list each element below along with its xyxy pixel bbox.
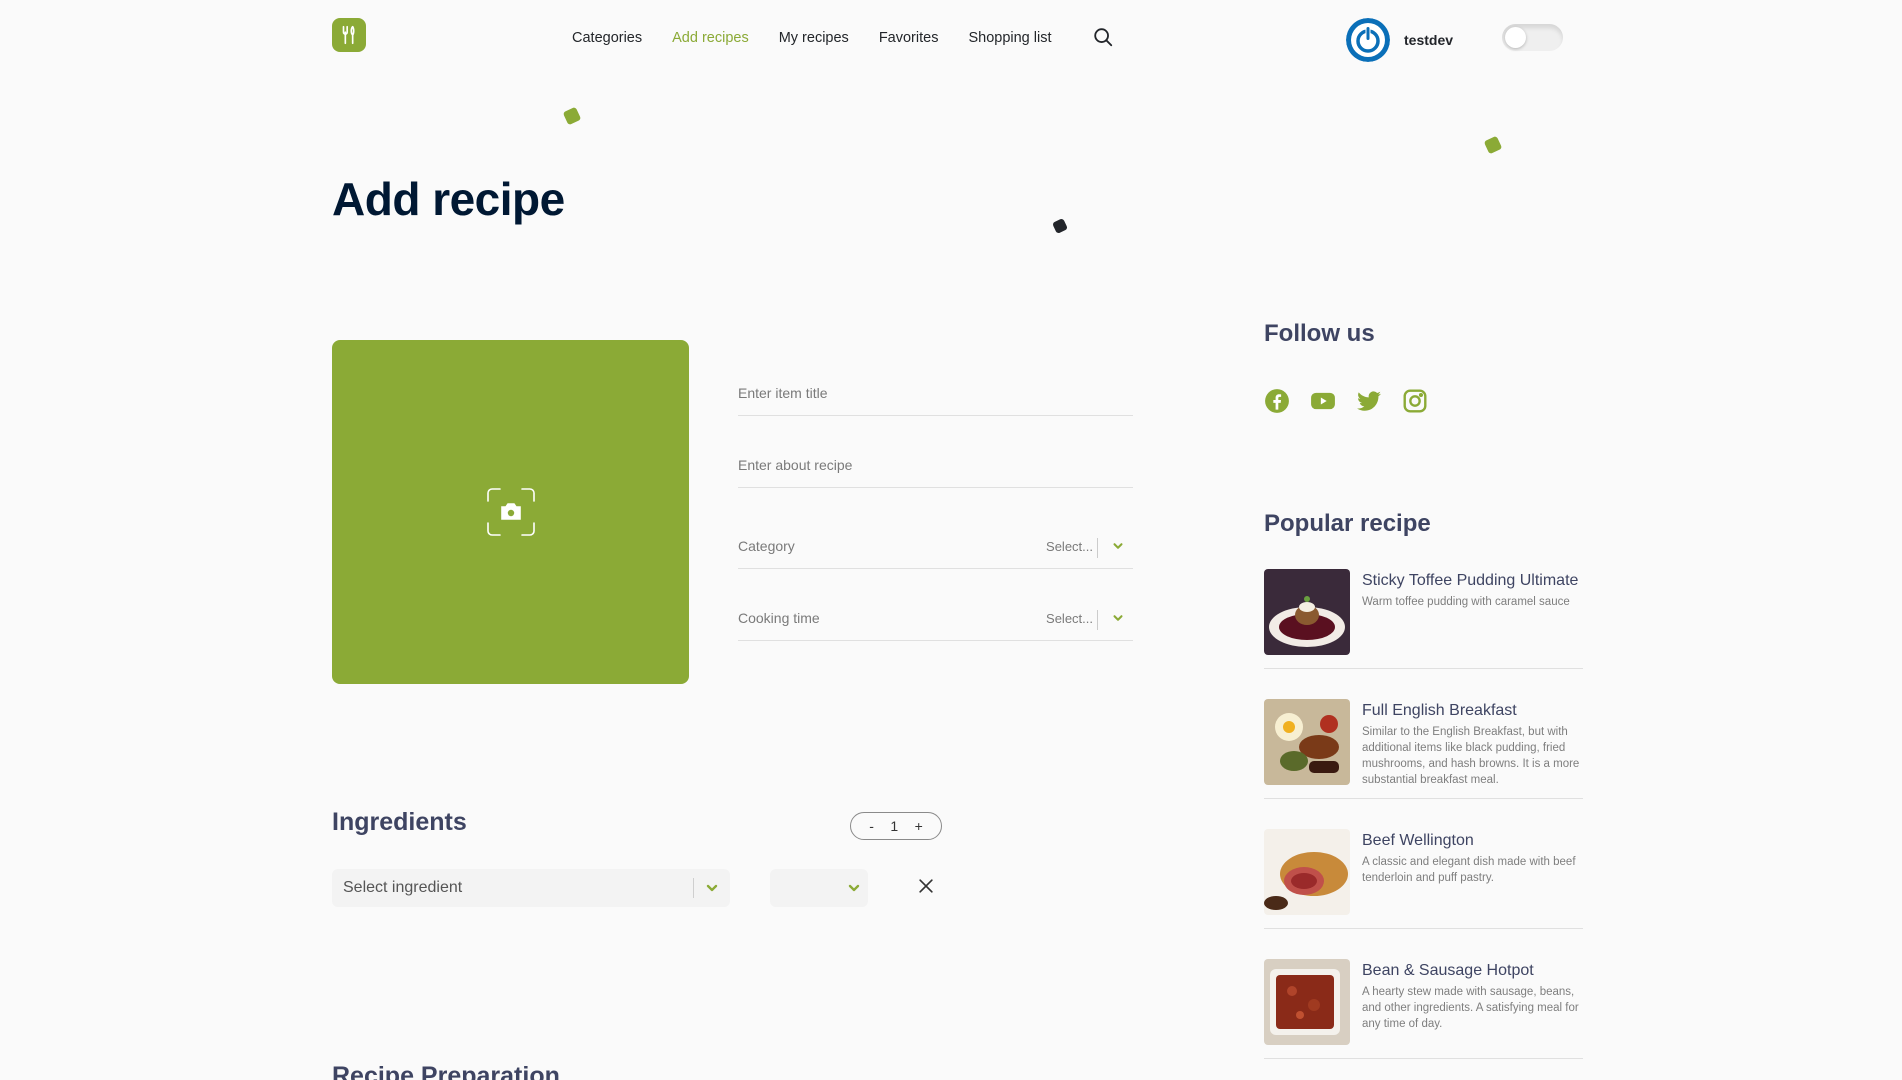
title-input[interactable]	[738, 384, 1133, 401]
popular-recipe-title: Bean & Sausage Hotpot	[1362, 962, 1534, 979]
toggle-knob	[1505, 27, 1526, 48]
username: testdev	[1404, 32, 1454, 48]
popular-recipe-desc: Similar to the English Breakfast, but wi…	[1362, 726, 1580, 786]
popular-recipe-item[interactable]: Full English Breakfast Similar to the En…	[1264, 699, 1583, 799]
title-field[interactable]	[738, 370, 1133, 416]
page-title: Add recipe	[332, 173, 565, 225]
image-upload[interactable]	[332, 340, 689, 684]
select-separator	[1097, 538, 1098, 558]
recipe-thumbnail	[1264, 699, 1350, 785]
decor-square	[1052, 218, 1068, 234]
ingredient-select[interactable]: Select ingredient	[332, 869, 730, 907]
popular-recipe-desc: A classic and elegant dish made with bee…	[1362, 856, 1576, 884]
recipe-thumbnail	[1264, 569, 1350, 655]
about-field[interactable]	[738, 442, 1133, 488]
cooking-time-field[interactable]: Cooking time Select...	[738, 595, 1133, 641]
chevron-down-icon	[1113, 615, 1123, 621]
camera-icon	[486, 488, 535, 536]
search-icon[interactable]	[1092, 26, 1114, 48]
ingredient-counter: - 1 +	[850, 812, 942, 840]
popular-recipe-title: Full English Breakfast	[1362, 702, 1517, 719]
popular-recipe-title: Sticky Toffee Pudding Ultimate	[1362, 572, 1579, 589]
select-separator	[1097, 610, 1098, 630]
avatar	[1346, 18, 1390, 62]
popular-recipe-heading: Popular recipe	[1264, 510, 1431, 537]
nav-add-recipes[interactable]: Add recipes	[672, 30, 749, 46]
popular-recipe-title: Beef Wellington	[1362, 832, 1474, 849]
popular-recipe-item[interactable]: Beef Wellington A classic and elegant di…	[1264, 829, 1583, 929]
decrement-button[interactable]: -	[869, 818, 874, 834]
ingredients-heading: Ingredients	[332, 808, 467, 836]
chevron-down-icon	[706, 884, 718, 892]
about-input[interactable]	[738, 456, 1133, 473]
popular-recipe-desc: Warm toffee pudding with caramel sauce	[1362, 596, 1570, 608]
main-nav: Categories Add recipes My recipes Favori…	[572, 30, 1051, 46]
nav-favorites[interactable]: Favorites	[879, 30, 939, 46]
ingredient-count: 1	[890, 818, 899, 834]
popular-recipe-item[interactable]: Bean & Sausage Hotpot A hearty stew made…	[1264, 959, 1583, 1059]
follow-us-heading: Follow us	[1264, 320, 1375, 347]
nav-my-recipes[interactable]: My recipes	[779, 30, 849, 46]
facebook-icon[interactable]	[1264, 388, 1290, 414]
twitter-icon[interactable]	[1356, 388, 1382, 414]
category-value: Select...	[1046, 538, 1093, 554]
social-links	[1264, 388, 1428, 414]
cooking-time-label: Cooking time	[738, 609, 820, 626]
nav-categories[interactable]: Categories	[572, 30, 642, 46]
preparation-heading: Recipe Preparation	[332, 1062, 560, 1080]
logo[interactable]	[332, 18, 366, 52]
user-menu[interactable]: testdev	[1346, 18, 1453, 62]
chevron-down-icon	[1113, 543, 1123, 549]
fork-knife-icon	[342, 25, 355, 45]
decor-square	[1483, 135, 1503, 155]
category-select[interactable]: Select...	[1046, 523, 1133, 569]
nav-shopping-list[interactable]: Shopping list	[968, 30, 1051, 46]
ingredient-select-placeholder: Select ingredient	[343, 879, 463, 896]
popular-recipe-desc: A hearty stew made with sausage, beans, …	[1362, 986, 1579, 1030]
close-icon[interactable]	[916, 876, 936, 896]
instagram-icon[interactable]	[1402, 388, 1428, 414]
chevron-down-icon	[848, 884, 860, 892]
unit-select[interactable]	[770, 869, 868, 907]
recipe-thumbnail	[1264, 829, 1350, 915]
select-separator	[693, 878, 694, 898]
popular-recipe-item[interactable]: Sticky Toffee Pudding Ultimate Warm toff…	[1264, 569, 1583, 669]
youtube-icon[interactable]	[1310, 388, 1336, 414]
recipe-thumbnail	[1264, 959, 1350, 1045]
category-label: Category	[738, 537, 795, 554]
increment-button[interactable]: +	[915, 818, 923, 834]
cooking-time-select[interactable]: Select...	[1046, 595, 1133, 641]
category-field[interactable]: Category Select...	[738, 523, 1133, 569]
theme-toggle[interactable]	[1502, 24, 1563, 51]
decor-square	[562, 106, 582, 126]
cooking-time-value: Select...	[1046, 610, 1093, 626]
